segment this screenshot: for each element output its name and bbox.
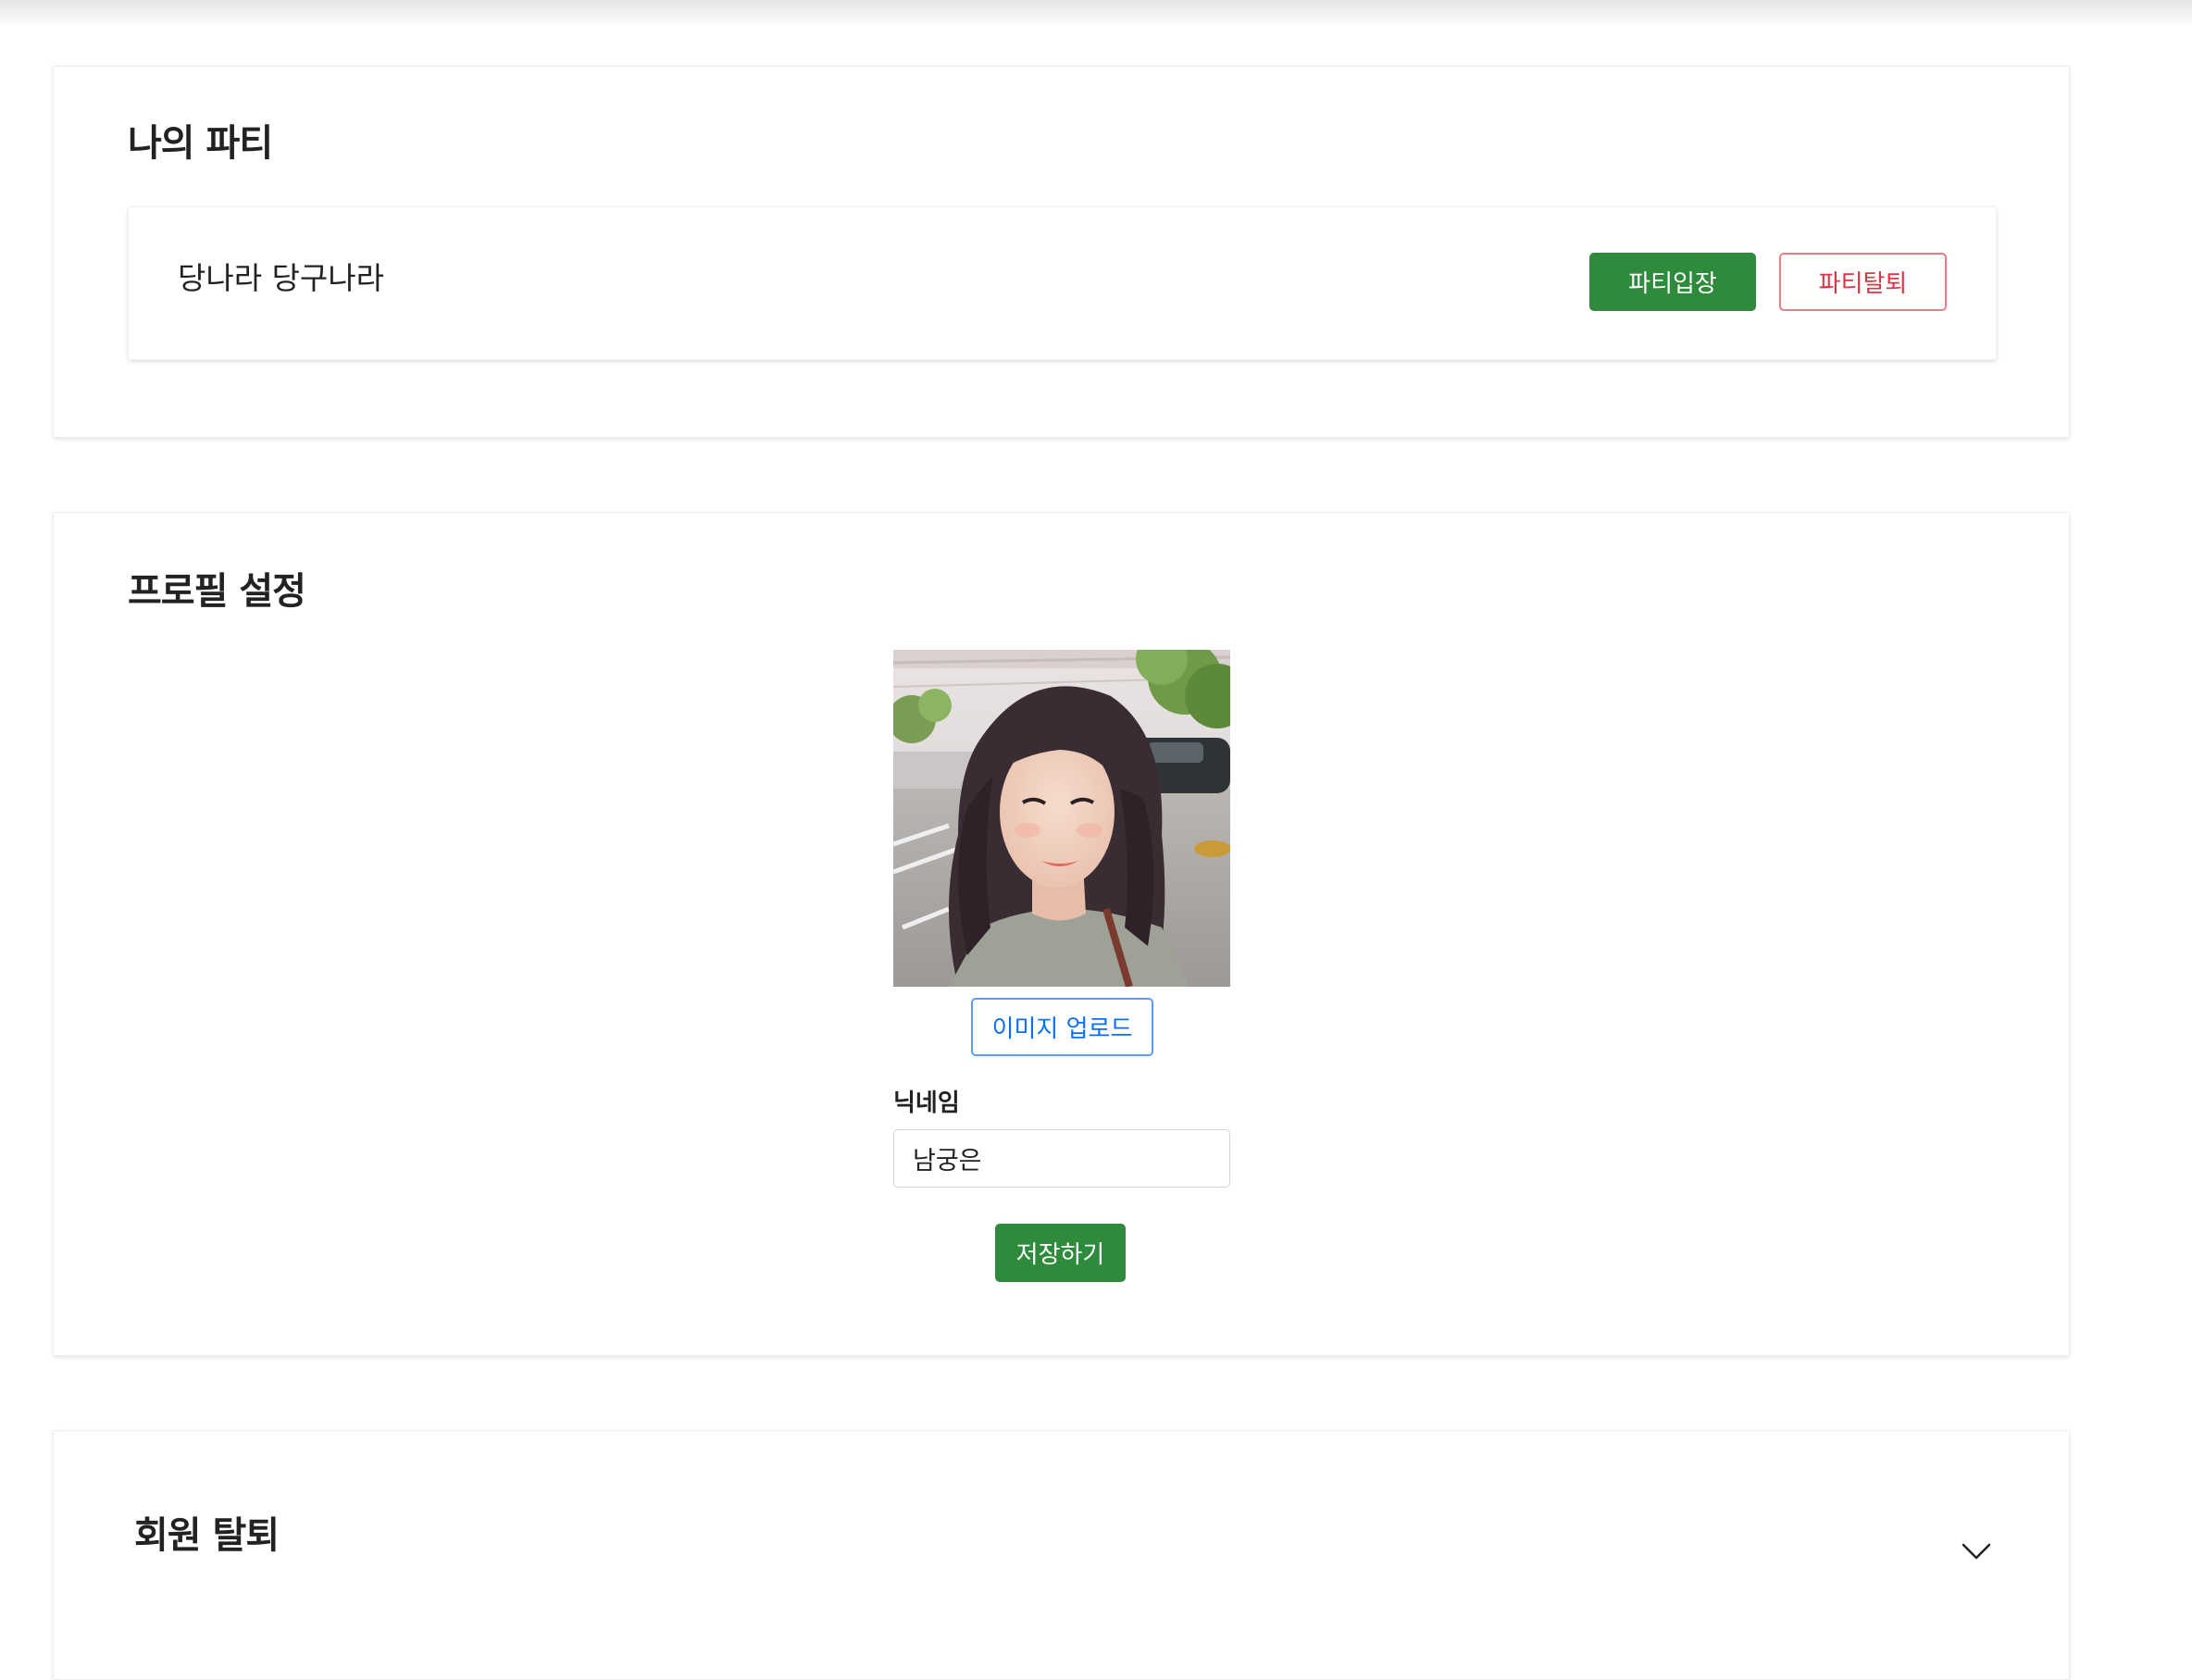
party-name: 당나라 당구나라 [178,260,385,296]
image-upload-button[interactable]: 이미지 업로드 [971,998,1153,1056]
profile-photo [893,650,1230,987]
nickname-input[interactable] [893,1129,1230,1188]
my-party-card: 나의 파티 당나라 당구나라 파티입장 파티탈퇴 [53,66,2070,438]
account-withdraw-card[interactable]: 회원 탈퇴 [53,1430,2070,1680]
nickname-label: 닉네임 [893,1089,960,1117]
party-enter-button[interactable]: 파티입장 [1589,253,1756,311]
account-withdraw-title: 회원 탈퇴 [134,1514,280,1557]
party-list-item: 당나라 당구나라 파티입장 파티탈퇴 [128,206,1997,360]
party-leave-button[interactable]: 파티탈퇴 [1779,253,1947,311]
profile-settings-card: 프로필 설정 이미지 업로드 닉네임 남궁은 저장하기 [53,512,2070,1356]
profile-settings-title: 프로필 설정 [128,570,306,613]
my-party-title: 나의 파티 [128,122,273,165]
save-button[interactable]: 저장하기 [995,1224,1126,1282]
chevron-down-icon[interactable] [1958,1533,1995,1570]
top-nav-shadow [0,0,2192,28]
